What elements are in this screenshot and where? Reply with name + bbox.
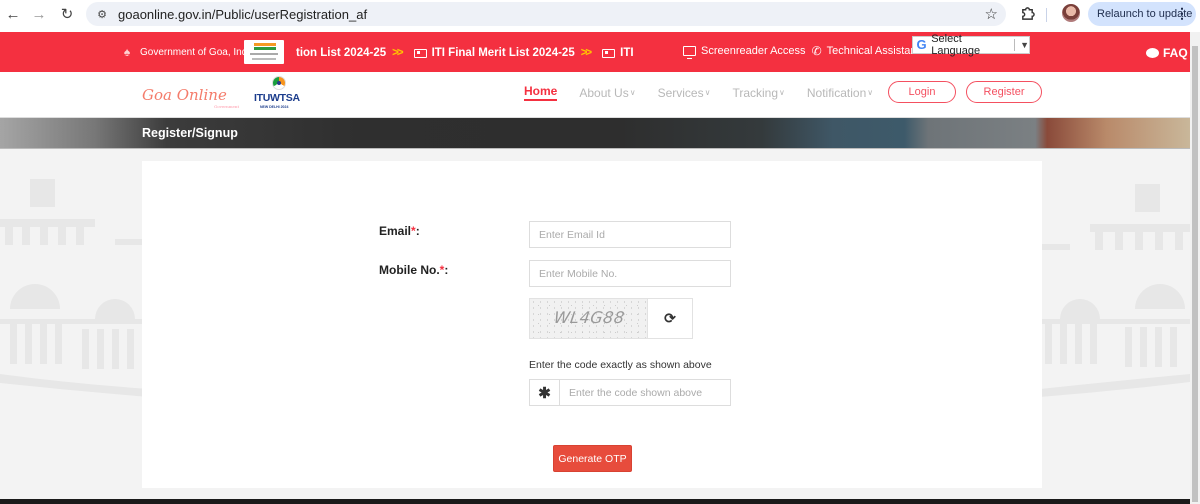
azadi-amrit-mahotsav-logo [244,40,284,64]
phone-icon: ✆ [811,44,822,58]
faq-link[interactable]: FAQ [1146,44,1188,60]
nav-about-us[interactable]: About Us ∨ [579,86,635,100]
language-label: Select Language [931,33,981,57]
nav-label: Notification [806,85,867,100]
building-illustration [1040,184,1190,397]
page-scrollbar[interactable] [1190,32,1200,504]
asterisk-icon: ✱ [530,380,560,405]
main-nav: Home About Us ∨ Services ∨ Tracking ∨ Notif… [524,84,895,101]
itu-wtsa-logo: ITUWTSA NEW DELHI 2024 [254,76,304,114]
technical-assistance-link[interactable]: ✆ Technical Assistance [812,44,929,58]
browser-toolbar: ← → ↻ ⚙ goaonline.gov.in/Public/userRegi… [0,0,1200,29]
star-icon[interactable]: ☆ [985,5,998,23]
logo-subtext: Government [214,104,240,109]
top-bar: ♠ Government of Goa, India tion List 202… [0,32,1190,72]
news-ticker: tion List 2024-25 >> ITI Final Merit Lis… [296,44,636,62]
puzzle-icon[interactable] [1018,4,1036,22]
email-input[interactable] [529,221,731,248]
chevron-down-icon: ∨ [704,88,711,97]
scrollbar-thumb[interactable] [1192,46,1198,502]
nav-label: Tracking [732,85,779,100]
profile-avatar[interactable] [1062,4,1080,22]
captcha-box: WL4G88 ⟳ [529,298,693,339]
itu-logo-text: ITUWTSA [254,92,300,104]
generate-otp-button[interactable]: Generate OTP [553,445,632,472]
email-label-text: Email [379,224,412,238]
page-banner: Register/Signup [0,118,1190,149]
id-card-icon [413,48,427,58]
captcha-code-input[interactable] [560,380,730,405]
back-button[interactable]: ← [2,3,24,25]
email-label: Email*: [379,224,420,238]
google-icon: G [916,37,927,52]
captcha-hint: Enter the code exactly as shown above [529,359,712,371]
monitor-icon [683,46,696,59]
refresh-icon: ⟳ [664,310,676,326]
ticker-label: ITI Final Merit List 2024-25 [431,47,575,59]
building-illustration [0,179,150,397]
nav-services[interactable]: Services ∨ [658,86,711,100]
footer-strip [0,499,1190,504]
mobile-label: Mobile No.*: [379,263,448,277]
mobile-input[interactable] [529,260,731,287]
site-header: Goa Online Government ITUWTSA NEW DELHI … [0,72,1190,118]
chevron-down-icon: ∨ [779,88,785,97]
arrow-right-icon: → [31,5,47,23]
kebab-icon[interactable]: ⋮ [1175,5,1189,22]
screenreader-label: Screenreader Access [701,45,806,57]
ticker-item[interactable]: ITI Final Merit List 2024-25 >> [413,47,593,59]
itu-logo-subtext: NEW DELHI 2024 [260,105,289,109]
screenreader-access-link[interactable]: Screenreader Access [683,45,806,59]
mobile-label-text: Mobile No. [379,263,440,277]
forward-button[interactable]: → [28,3,50,25]
nav-home[interactable]: Home [524,84,558,101]
chevron-down-icon: ∨ [867,88,874,97]
label-colon: : [444,263,449,277]
nav-notification[interactable]: Notification ∨ [807,86,873,100]
caret-down-icon: ▼ [1020,40,1029,50]
chat-bubble-icon [1146,44,1159,58]
goa-online-logo[interactable]: Goa Online Government [142,86,239,109]
government-link[interactable]: ♠ Government of Goa, India [120,44,255,60]
nav-tracking[interactable]: Tracking ∨ [732,86,784,100]
ticker-label: ITI F [620,47,636,59]
captcha-code-group: ✱ [529,379,731,406]
ticker-item[interactable]: ITI F [602,47,636,59]
login-button[interactable]: Login [888,81,956,103]
reload-button[interactable]: ↻ [56,3,78,25]
logo-text: Goa Online [142,86,227,104]
nav-label: About Us [579,85,629,100]
relaunch-button[interactable]: Relaunch to update ⋮ [1088,2,1196,26]
government-label: Government of Goa, India [140,46,256,58]
itu-emblem-icon [272,76,286,90]
double-chevron-icon: >> [392,47,404,59]
id-card-icon [602,48,616,58]
page-title: Register/Signup [142,126,238,140]
url-text[interactable]: goaonline.gov.in/Public/userRegistration… [118,7,367,22]
arrow-left-icon: ← [5,5,21,23]
label-colon: : [415,224,420,238]
captcha-image: WL4G88 [530,299,648,338]
toolbar-divider [1046,8,1047,22]
chevron-down-icon: ∨ [629,88,636,97]
address-bar[interactable]: ⚙ goaonline.gov.in/Public/userRegistrati… [86,2,1006,26]
reload-icon: ↻ [60,6,74,23]
captcha-refresh-button[interactable]: ⟳ [648,299,692,338]
register-button[interactable]: Register [966,81,1042,103]
emblem-icon: ♠ [123,45,131,59]
ticker-label: tion List 2024-25 [296,47,387,59]
language-select[interactable]: G Select Language ▼ [912,33,1030,57]
nav-label: Services [657,85,704,100]
faq-label: FAQ [1163,46,1188,60]
select-divider [1014,39,1016,51]
tune-icon[interactable]: ⚙ [94,6,110,22]
nav-label: Home [524,84,558,98]
double-chevron-icon: >> [580,47,593,59]
accessibility-links: Screenreader Access ✆ Technical Assistan… [683,44,934,59]
captcha-text: WL4G88 [552,308,627,327]
ticker-item[interactable]: tion List 2024-25 >> [296,47,404,59]
